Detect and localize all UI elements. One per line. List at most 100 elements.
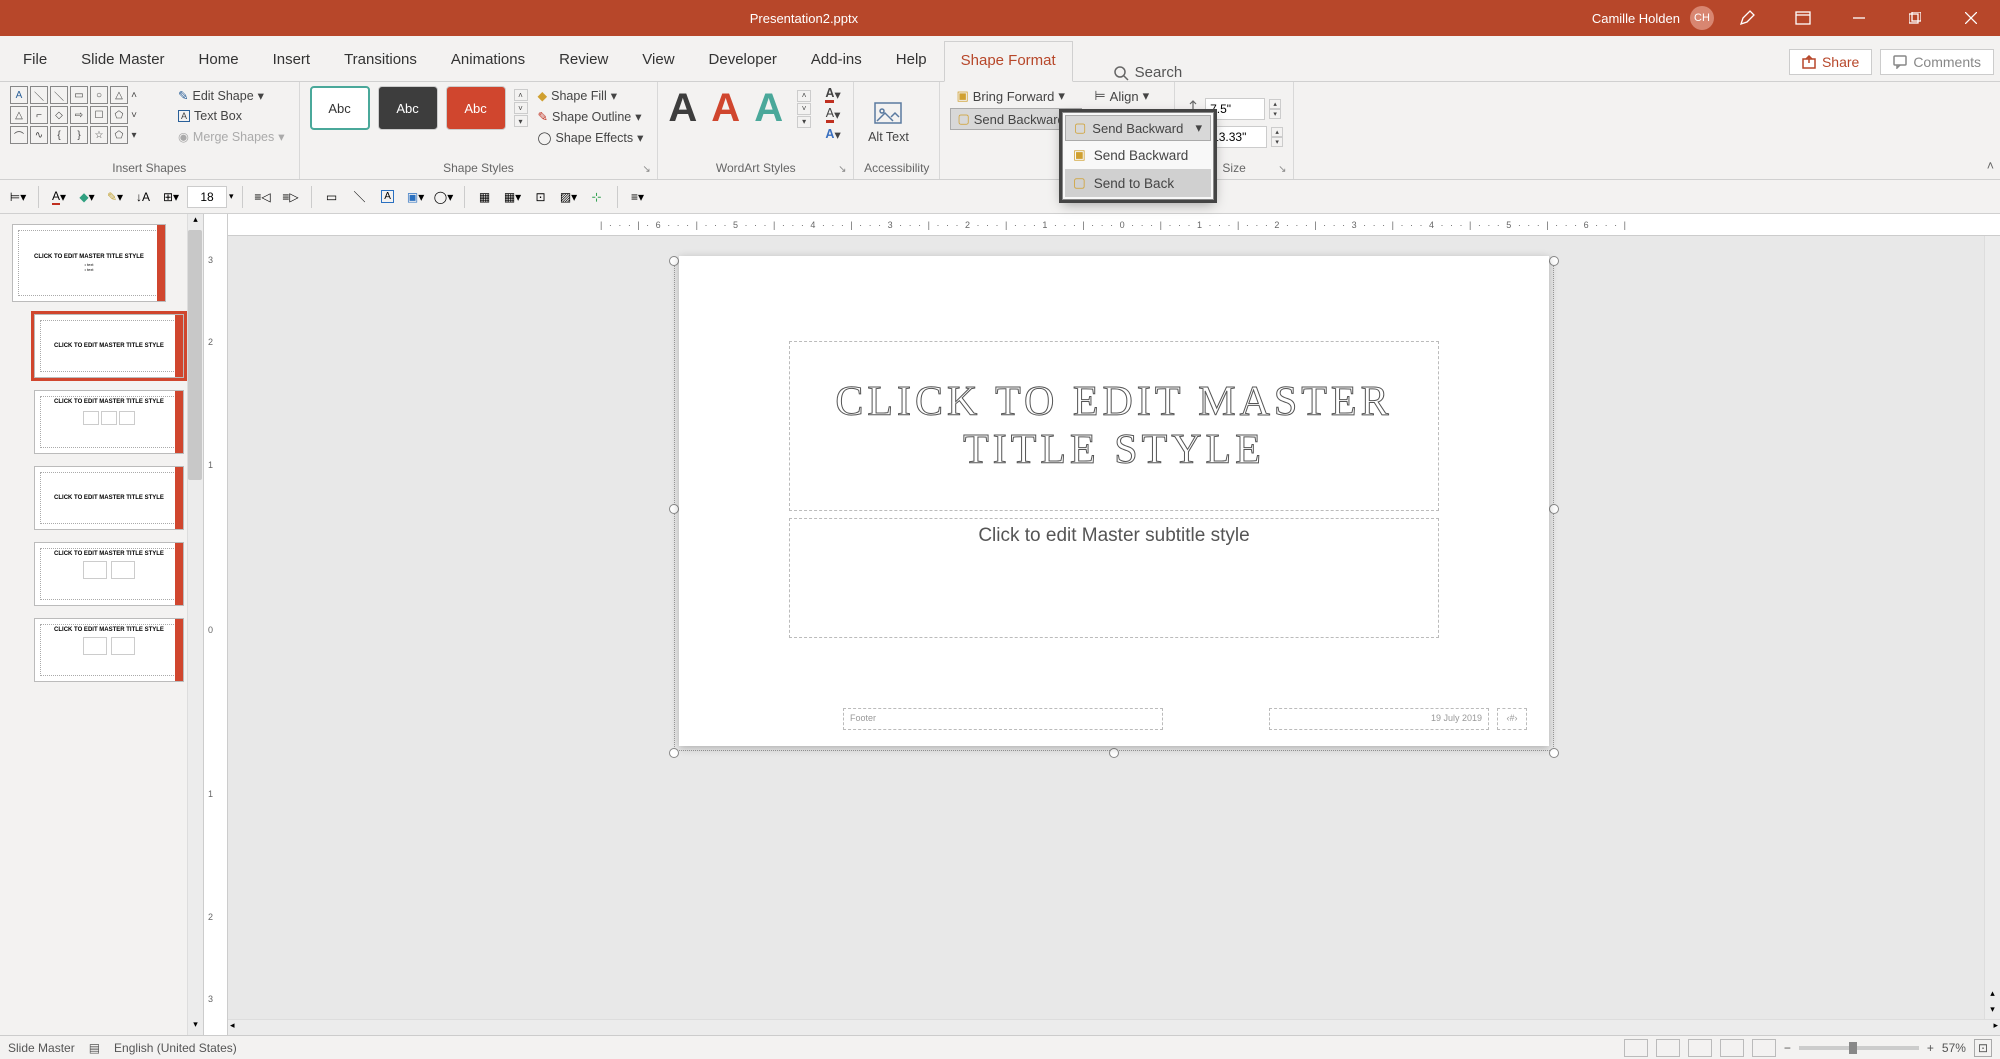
reading-view-button[interactable] — [1688, 1039, 1712, 1057]
chart-tool[interactable]: ▦ — [473, 185, 497, 209]
layout-thumbnail-1[interactable]: CLICK TO EDIT MASTER TITLE STYLE — [34, 314, 184, 378]
slide-canvas[interactable]: CLICK TO EDIT MASTER TITLE STYLE Click t… — [228, 236, 2000, 1035]
font-color-button[interactable]: A▾ — [47, 185, 71, 209]
tab-file[interactable]: File — [6, 40, 64, 81]
user-avatar[interactable]: CH — [1690, 6, 1714, 30]
decrease-indent[interactable]: ≡◁ — [251, 185, 275, 209]
wordart-style-3[interactable]: A — [754, 86, 783, 131]
zoom-in-button[interactable]: + — [1927, 1041, 1934, 1055]
notes-view-button[interactable] — [1752, 1039, 1776, 1057]
shapes-gallery[interactable]: A＼＼▭○△˄ △⌐◇⇨☐⬠˅ ⌒∿{}☆⬠▾ — [10, 86, 168, 144]
increase-indent[interactable]: ≡▷ — [279, 185, 303, 209]
align-objects-button[interactable]: ⊨▾ — [6, 185, 30, 209]
layout-thumbnail-2[interactable]: CLICK TO EDIT MASTER TITLE STYLE — [34, 390, 184, 454]
master-thumbnail[interactable]: CLICK TO EDIT MASTER TITLE STYLE• text• … — [12, 224, 166, 302]
tab-developer[interactable]: Developer — [692, 40, 794, 81]
wordart-style-1[interactable]: A — [668, 86, 697, 131]
arrange-qb[interactable]: ⊞▾ — [159, 185, 183, 209]
tab-shape-format[interactable]: Shape Format — [944, 41, 1073, 82]
shape-styles-launcher[interactable]: ↘ — [642, 164, 654, 176]
sorter-view-button[interactable] — [1656, 1039, 1680, 1057]
text-effects-button[interactable]: A▾ — [823, 126, 843, 142]
more-button[interactable]: ≡▾ — [626, 185, 650, 209]
layout-thumbnail-5[interactable]: CLICK TO EDIT MASTER TITLE STYLE — [34, 618, 184, 682]
tab-insert[interactable]: Insert — [256, 40, 328, 81]
rect-tool[interactable]: ▭ — [320, 185, 344, 209]
minimize-button[interactable] — [1836, 0, 1882, 36]
zoom-level[interactable]: 57% — [1942, 1041, 1966, 1055]
layout-thumbnail-4[interactable]: CLICK TO EDIT MASTER TITLE STYLE — [34, 542, 184, 606]
tab-view[interactable]: View — [625, 40, 691, 81]
height-input[interactable] — [1205, 98, 1265, 120]
shape-outline-button[interactable]: ✎Shape Outline ▾ — [534, 107, 648, 126]
status-language[interactable]: English (United States) — [114, 1041, 237, 1055]
shape-style-gallery[interactable]: Abc Abc Abc ˄˅▾ — [310, 86, 528, 130]
shape-effects-button[interactable]: ◯Shape Effects ▾ — [534, 128, 648, 147]
shape-fill-qb[interactable]: ◆▾ — [75, 185, 99, 209]
edit-shape-button[interactable]: ✎Edit Shape ▾ — [174, 86, 289, 105]
thumbnail-scrollbar[interactable]: ▴ ▾ — [187, 214, 203, 1035]
text-outline-button[interactable]: A▾ — [823, 106, 843, 122]
circle-tool[interactable]: ◯▾ — [432, 185, 456, 209]
maximize-button[interactable] — [1892, 0, 1938, 36]
gallery-up[interactable]: ˄ — [514, 89, 528, 101]
footer-placeholder[interactable]: Footer — [843, 708, 1163, 730]
shape-style-1[interactable]: Abc — [310, 86, 370, 130]
wordart-launcher[interactable]: ↘ — [838, 164, 850, 176]
canvas-horizontal-scrollbar[interactable]: ◂ ▸ — [228, 1019, 2000, 1035]
guides-tool[interactable]: ⊹ — [585, 185, 609, 209]
align-button[interactable]: ⊨Align ▾ — [1088, 86, 1164, 106]
font-size-input[interactable] — [187, 186, 227, 208]
shape-tool[interactable]: ▣▾ — [404, 185, 428, 209]
layout-thumbnail-3[interactable]: CLICK TO EDIT MASTER TITLE STYLE — [34, 466, 184, 530]
ribbon-display-icon[interactable] — [1780, 0, 1826, 36]
shape-outline-qb[interactable]: ✎▾ — [103, 185, 127, 209]
slideshow-view-button[interactable] — [1720, 1039, 1744, 1057]
size-launcher[interactable]: ↘ — [1278, 164, 1290, 176]
spellcheck-icon[interactable]: ▤ — [89, 1041, 100, 1055]
wordart-gallery[interactable]: A A A ˄˅▾ — [668, 86, 811, 131]
shape-fill-button[interactable]: ◆Shape Fill ▾ — [534, 86, 648, 105]
dropdown-header[interactable]: ▢Send Backward▾ — [1065, 115, 1211, 141]
width-input[interactable] — [1207, 126, 1267, 148]
crop-tool[interactable]: ⊡ — [529, 185, 553, 209]
shape-style-3[interactable]: Abc — [446, 86, 506, 130]
text-fill-button[interactable]: A▾ — [823, 86, 843, 102]
pen-icon[interactable] — [1724, 0, 1770, 36]
textbox-tool[interactable]: A — [376, 185, 400, 209]
picture-tool[interactable]: ▨▾ — [557, 185, 581, 209]
title-placeholder[interactable]: CLICK TO EDIT MASTER TITLE STYLE — [789, 341, 1439, 511]
tab-review[interactable]: Review — [542, 40, 625, 81]
gallery-more[interactable]: ▾ — [514, 115, 528, 127]
subtitle-placeholder[interactable]: Click to edit Master subtitle style — [789, 518, 1439, 638]
fit-to-window-button[interactable]: ⊡ — [1974, 1039, 1992, 1057]
tab-transitions[interactable]: Transitions — [327, 40, 434, 81]
menu-send-to-back[interactable]: ▢Send to Back — [1065, 169, 1211, 197]
bring-forward-button[interactable]: ▣Bring Forward ▾ — [950, 86, 1082, 106]
tab-slide-master[interactable]: Slide Master — [64, 40, 181, 81]
canvas-vertical-scrollbar[interactable]: ▴ ▾ — [1984, 236, 2000, 1019]
tab-help[interactable]: Help — [879, 40, 944, 81]
tab-home[interactable]: Home — [182, 40, 256, 81]
zoom-out-button[interactable]: − — [1784, 1041, 1791, 1055]
line-tool[interactable]: ＼ — [348, 185, 372, 209]
search-box[interactable]: Search — [1113, 64, 1183, 81]
text-box-button[interactable]: AText Box — [174, 107, 289, 125]
menu-send-backward[interactable]: ▣Send Backward — [1065, 141, 1211, 169]
zoom-slider[interactable] — [1799, 1046, 1919, 1050]
sort-button[interactable]: ↓A — [131, 185, 155, 209]
table-tool[interactable]: ▦▾ — [501, 185, 525, 209]
slide-editor[interactable]: CLICK TO EDIT MASTER TITLE STYLE Click t… — [679, 256, 1549, 746]
normal-view-button[interactable] — [1624, 1039, 1648, 1057]
alt-text-button[interactable]: Alt Text — [864, 101, 913, 145]
slide-number-placeholder[interactable]: ‹#› — [1497, 708, 1527, 730]
date-placeholder[interactable]: 19 July 2019 — [1269, 708, 1489, 730]
comments-button[interactable]: Comments — [1880, 49, 1994, 75]
wordart-style-2[interactable]: A — [711, 86, 740, 131]
share-button[interactable]: Share — [1789, 49, 1872, 75]
collapse-ribbon-button[interactable]: ˄ — [1987, 159, 1994, 173]
shape-style-2[interactable]: Abc — [378, 86, 438, 130]
close-button[interactable] — [1948, 0, 1994, 36]
tab-addins[interactable]: Add-ins — [794, 40, 879, 81]
tab-animations[interactable]: Animations — [434, 40, 542, 81]
